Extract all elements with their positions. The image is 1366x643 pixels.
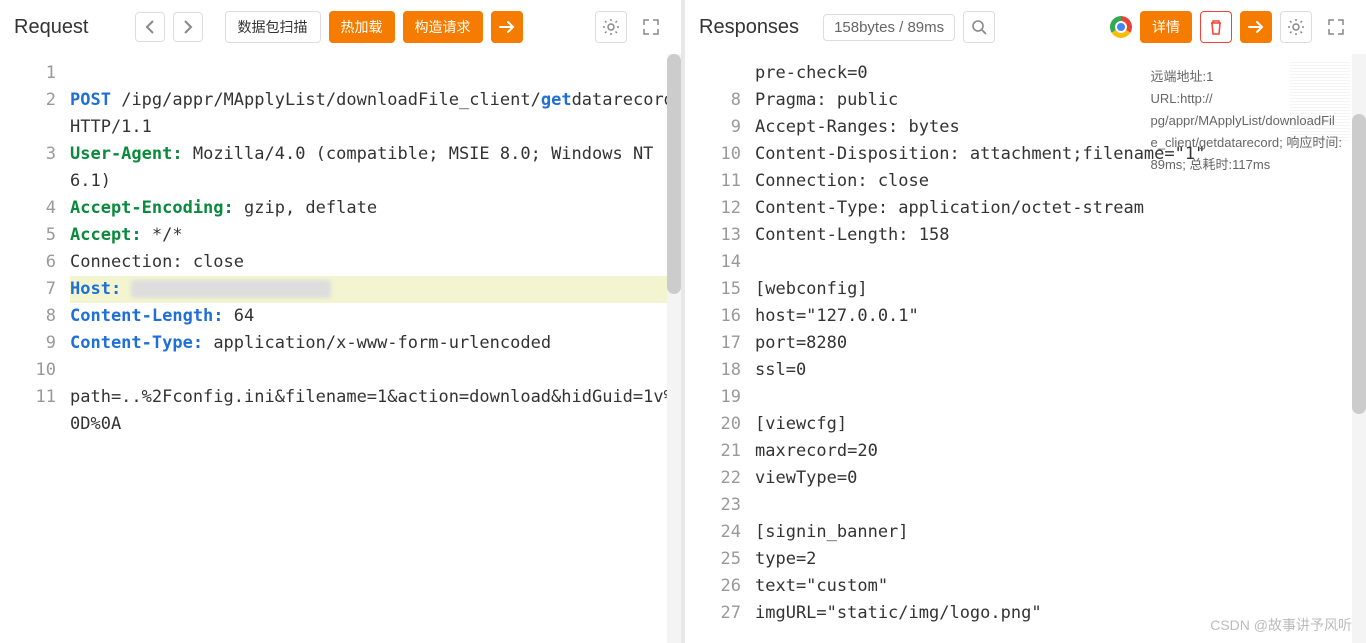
response-settings-button[interactable] — [1280, 11, 1312, 43]
code-line[interactable]: Connection: close — [70, 249, 681, 276]
code-line[interactable] — [70, 357, 681, 384]
prev-button[interactable] — [135, 12, 165, 42]
code-line[interactable]: port=8280 — [755, 330, 1366, 357]
expand-button[interactable] — [635, 11, 667, 43]
code-line[interactable]: [signin_banner] — [755, 519, 1366, 546]
watermark: CSDN @故事讲予风听 — [1210, 615, 1352, 635]
tooltip-line: pg/appr/MApplyList/downloadFil — [1151, 110, 1342, 132]
tooltip-line: 89ms; 总耗时:117ms — [1151, 154, 1342, 176]
response-tooltip: 远端地址:1 URL:http:// pg/appr/MApplyList/do… — [1151, 66, 1342, 176]
request-scroll-thumb[interactable] — [667, 54, 681, 294]
next-button[interactable] — [173, 12, 203, 42]
code-line[interactable]: [viewcfg] — [755, 411, 1366, 438]
tooltip-line: e_client/getdatarecord; 响应时间: — [1151, 132, 1342, 154]
code-line[interactable]: viewType=0 — [755, 465, 1366, 492]
code-line[interactable]: Content-Length: 158 — [755, 222, 1366, 249]
request-editor[interactable]: 1234567891011 POST /ipg/appr/MApplyList/… — [0, 54, 681, 643]
request-pane: Request 数据包扫描 热加载 构造请求 1234567 — [0, 0, 685, 643]
scan-button[interactable]: 数据包扫描 — [225, 11, 321, 43]
code-line[interactable]: ssl=0 — [755, 357, 1366, 384]
code-line[interactable]: host="127.0.0.1" — [755, 303, 1366, 330]
request-title: Request — [14, 16, 89, 39]
code-line[interactable] — [755, 249, 1366, 276]
response-scrollbar[interactable] — [1352, 54, 1366, 643]
code-line[interactable]: Content-Length: 64 — [70, 303, 681, 330]
response-scroll-thumb[interactable] — [1352, 114, 1366, 414]
tooltip-line: 远端地址:1 — [1151, 66, 1342, 88]
request-lines[interactable]: POST /ipg/appr/MApplyList/downloadFile_c… — [70, 54, 681, 643]
code-line[interactable]: Accept-Encoding: gzip, deflate — [70, 195, 681, 222]
code-line[interactable]: type=2 — [755, 546, 1366, 573]
code-line[interactable]: Accept: */* — [70, 222, 681, 249]
settings-button[interactable] — [595, 11, 627, 43]
code-line[interactable]: Content-Type: application/x-www-form-url… — [70, 330, 681, 357]
code-line[interactable]: Host: — [70, 276, 681, 303]
response-expand-button[interactable] — [1320, 11, 1352, 43]
code-line[interactable]: maxrecord=20 — [755, 438, 1366, 465]
response-gutter: 89101112131415161718192021222324252627 — [685, 54, 755, 643]
code-line[interactable]: [webconfig] — [755, 276, 1366, 303]
delete-button[interactable] — [1200, 11, 1232, 43]
code-line[interactable]: Content-Type: application/octet-stream — [755, 195, 1366, 222]
response-send-button[interactable] — [1240, 11, 1272, 43]
request-scrollbar[interactable] — [667, 54, 681, 643]
code-line[interactable] — [755, 492, 1366, 519]
code-line[interactable]: path=..%2Fconfig.ini&filename=1&action=d… — [70, 384, 681, 438]
code-line[interactable]: text="custom" — [755, 573, 1366, 600]
response-title: Responses — [699, 16, 799, 39]
request-gutter: 1234567891011 — [0, 54, 70, 643]
redacted-host — [131, 280, 331, 298]
response-meta: 158bytes / 89ms — [823, 14, 955, 41]
code-line[interactable] — [755, 384, 1366, 411]
code-line[interactable]: POST /ipg/appr/MApplyList/downloadFile_c… — [70, 87, 681, 141]
chrome-icon[interactable] — [1110, 16, 1132, 38]
detail-button[interactable]: 详情 — [1140, 11, 1192, 43]
tooltip-line: URL:http:// — [1151, 88, 1342, 110]
send-button[interactable] — [491, 11, 523, 43]
hotload-button[interactable]: 热加载 — [329, 11, 395, 43]
response-pane: Responses 158bytes / 89ms 详情 远端 — [685, 0, 1366, 643]
response-toolbar: Responses 158bytes / 89ms 详情 — [685, 0, 1366, 54]
construct-button[interactable]: 构造请求 — [403, 11, 483, 43]
request-toolbar: Request 数据包扫描 热加载 构造请求 — [0, 0, 681, 54]
code-line[interactable] — [70, 60, 681, 87]
code-line[interactable]: User-Agent: Mozilla/4.0 (compatible; MSI… — [70, 141, 681, 195]
search-button[interactable] — [963, 11, 995, 43]
